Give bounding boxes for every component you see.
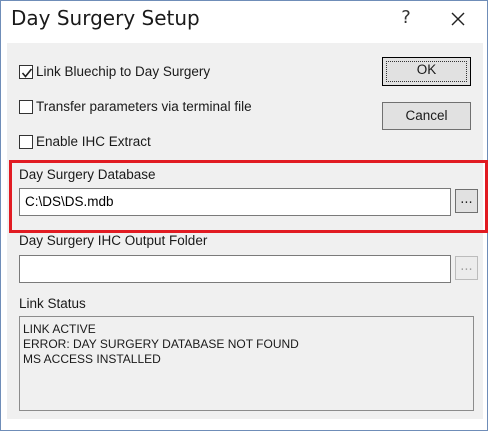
link-bluechip-label: Link Bluechip to Day Surgery bbox=[36, 64, 211, 79]
enable-ihc-checkbox[interactable]: Enable IHC Extract bbox=[19, 134, 151, 149]
transfer-params-label: Transfer parameters via terminal file bbox=[36, 99, 252, 114]
checkmark-icon bbox=[21, 68, 33, 78]
database-highlight-box bbox=[9, 160, 488, 233]
title-bar: Day Surgery Setup ? bbox=[1, 1, 487, 37]
window-title: Day Surgery Setup bbox=[11, 6, 200, 30]
transfer-params-checkbox[interactable]: Transfer parameters via terminal file bbox=[19, 99, 252, 114]
checkbox-box[interactable] bbox=[19, 64, 33, 79]
status-line: ERROR: DAY SURGERY DATABASE NOT FOUND bbox=[23, 337, 299, 351]
status-line: MS ACCESS INSTALLED bbox=[23, 352, 161, 366]
close-icon[interactable] bbox=[445, 7, 471, 31]
status-line: LINK ACTIVE bbox=[23, 322, 96, 336]
checkbox-box[interactable] bbox=[19, 134, 33, 149]
link-status-box: LINK ACTIVE ERROR: DAY SURGERY DATABASE … bbox=[19, 316, 474, 411]
help-button[interactable]: ? bbox=[395, 5, 417, 31]
enable-ihc-label: Enable IHC Extract bbox=[36, 134, 151, 149]
ihc-output-folder-input[interactable] bbox=[19, 255, 451, 283]
ihc-output-browse-button[interactable]: ... bbox=[455, 256, 478, 280]
cancel-button[interactable]: Cancel bbox=[382, 102, 471, 130]
ok-button-label: OK bbox=[416, 62, 437, 77]
checkbox-box[interactable] bbox=[19, 99, 33, 114]
link-status-label: Link Status bbox=[19, 296, 86, 311]
ihc-output-folder-label: Day Surgery IHC Output Folder bbox=[19, 233, 208, 248]
cancel-button-label: Cancel bbox=[405, 108, 448, 123]
day-surgery-setup-dialog: Day Surgery Setup ? Link Bluechip to Day… bbox=[0, 0, 488, 431]
ok-button[interactable]: OK bbox=[382, 57, 471, 86]
link-bluechip-checkbox[interactable]: Link Bluechip to Day Surgery bbox=[19, 64, 210, 79]
